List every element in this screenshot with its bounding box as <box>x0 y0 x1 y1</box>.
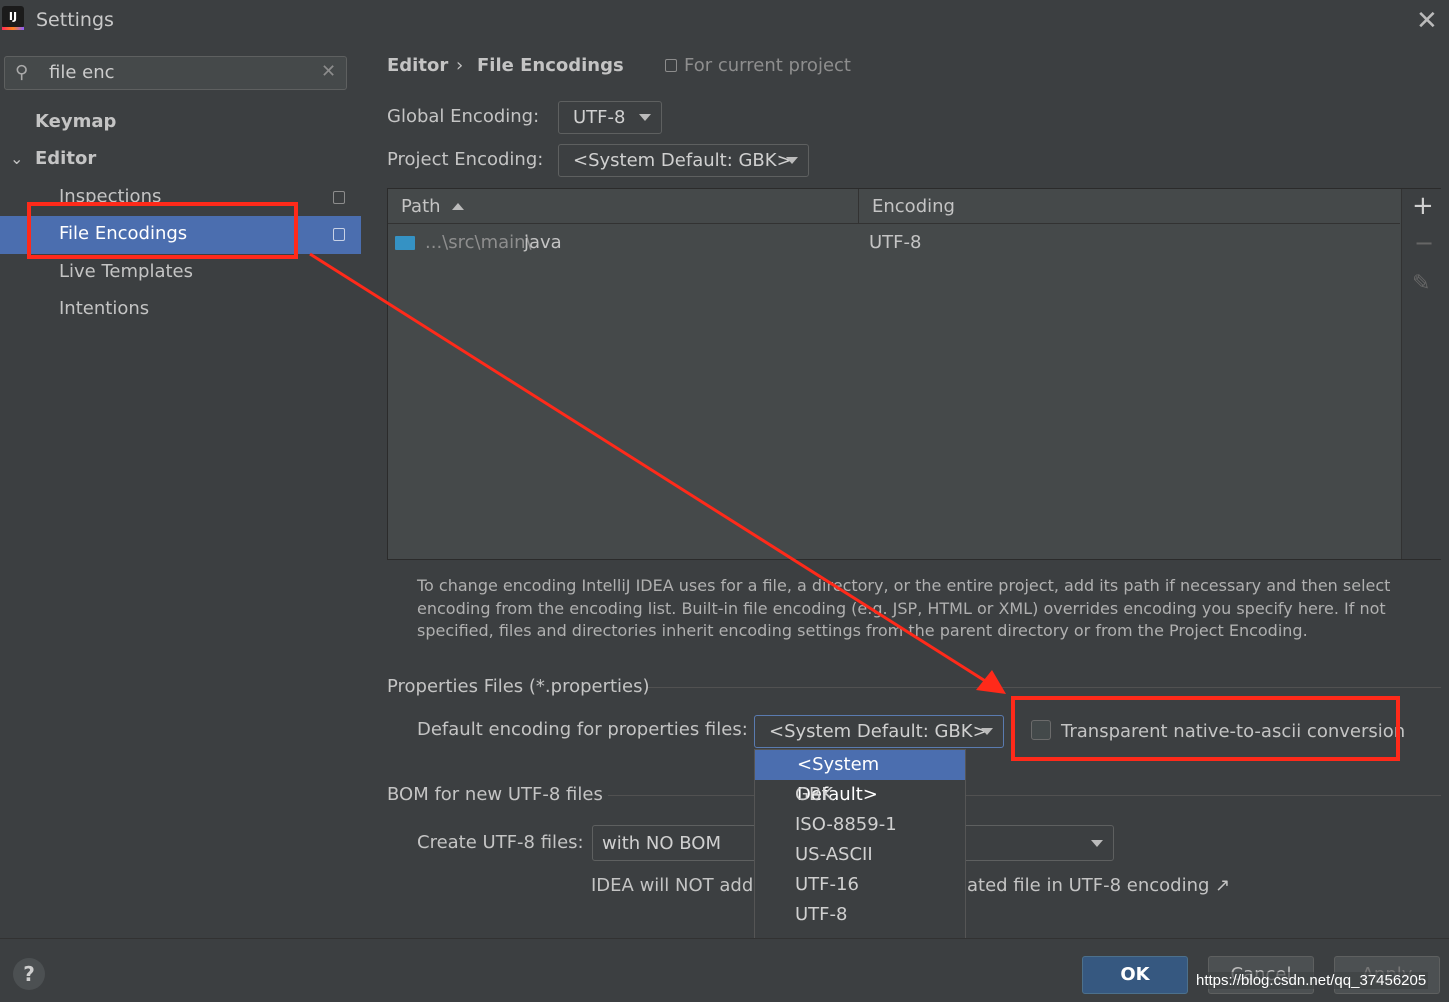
properties-encoding-dropdown[interactable]: <System Default: GBK> <box>754 715 1004 748</box>
create-utf8-label: Create UTF-8 files: <box>417 832 584 853</box>
chevron-down-icon[interactable]: ⌄ <box>10 149 23 168</box>
sidebar-item-intentions[interactable]: Intentions <box>59 298 149 319</box>
chevron-down-icon <box>1091 840 1103 847</box>
table-row[interactable]: ...\src\main\ java UTF-8 <box>388 224 1400 262</box>
page-title: File Encodings <box>477 55 624 76</box>
sort-ascending-icon <box>452 203 464 210</box>
close-icon[interactable]: ✕ <box>1416 6 1438 36</box>
title-bar <box>0 0 1449 42</box>
section-divider <box>608 795 1441 796</box>
global-encoding-value: UTF-8 <box>573 107 626 128</box>
popup-option-iso-8859-1[interactable]: ISO-8859-1 <box>755 810 965 840</box>
path-leaf: java <box>524 232 562 253</box>
column-header-encoding[interactable]: Encoding <box>872 196 955 217</box>
bom-note-right[interactable]: ated file in UTF-8 encoding ↗ <box>967 875 1230 896</box>
ok-button[interactable]: OK <box>1082 956 1188 994</box>
project-encoding-value: <System Default: GBK> <box>573 150 792 171</box>
sidebar-item-editor[interactable]: Editor <box>35 148 96 169</box>
window-title: Settings <box>36 9 114 31</box>
properties-section-title: Properties Files (*.properties) <box>387 676 650 697</box>
encoding-popup-list: <System Default> GBK ISO-8859-1 US-ASCII… <box>754 749 966 962</box>
folder-icon <box>395 236 415 250</box>
popup-option-utf-8[interactable]: UTF-8 <box>755 900 965 930</box>
properties-encoding-label: Default encoding for properties files: <box>417 719 748 740</box>
native-to-ascii-label[interactable]: Transparent native-to-ascii conversion <box>1061 721 1405 742</box>
help-button[interactable]: ? <box>13 958 45 990</box>
encoding-help-text: To change encoding IntelliJ IDEA uses fo… <box>417 576 1391 640</box>
settings-search-input[interactable]: ⚲ file enc ✕ <box>4 56 347 90</box>
project-encoding-label: Project Encoding: <box>387 149 544 170</box>
project-scope-icon <box>333 191 345 204</box>
intellij-app-icon: IJ <box>2 6 24 30</box>
sidebar-item-file-encodings[interactable]: File Encodings <box>59 223 187 244</box>
breadcrumb-separator: › <box>456 55 464 76</box>
chevron-down-icon <box>786 157 798 164</box>
chevron-down-icon <box>639 114 651 121</box>
row-encoding[interactable]: UTF-8 <box>869 232 921 253</box>
edit-icon[interactable]: ✎ <box>1412 271 1430 296</box>
search-query[interactable]: file enc <box>49 62 115 83</box>
sidebar-item-keymap[interactable]: Keymap <box>35 111 116 132</box>
clear-search-icon[interactable]: ✕ <box>321 61 336 82</box>
chevron-down-icon <box>981 728 993 735</box>
project-scope-icon <box>333 228 345 241</box>
table-toolbar: + − ✎ <box>1401 189 1442 559</box>
table-header: Path Encoding <box>388 189 1400 224</box>
sidebar-item-inspections[interactable]: Inspections <box>59 186 161 207</box>
global-encoding-dropdown[interactable]: UTF-8 <box>558 101 662 134</box>
settings-sidebar <box>0 42 361 939</box>
native-to-ascii-checkbox[interactable] <box>1031 720 1051 740</box>
popup-option-system-default[interactable]: <System Default> <box>755 750 965 805</box>
bom-section-title: BOM for new UTF-8 files <box>387 784 603 805</box>
section-divider <box>648 687 1441 688</box>
project-scope-icon <box>665 59 677 72</box>
create-utf8-value: with NO BOM <box>602 833 721 854</box>
properties-encoding-value: <System Default: GBK> <box>769 721 988 742</box>
watermark-text: https://blog.csdn.net/qq_37456205 <box>1194 972 1429 989</box>
path-prefix: ...\src\main\ <box>425 232 532 253</box>
scope-hint: For current project <box>684 55 851 76</box>
add-icon[interactable]: + <box>1412 191 1434 221</box>
column-header-path[interactable]: Path <box>401 196 441 217</box>
popup-option-utf-16[interactable]: UTF-16 <box>755 870 965 900</box>
bom-note-left: IDEA will NOT add <box>591 875 754 896</box>
sidebar-item-live-templates[interactable]: Live Templates <box>59 261 193 282</box>
column-divider <box>858 189 859 223</box>
remove-icon[interactable]: − <box>1414 229 1434 257</box>
breadcrumb-parent[interactable]: Editor <box>387 55 448 76</box>
project-encoding-dropdown[interactable]: <System Default: GBK> <box>558 144 809 177</box>
search-icon: ⚲ <box>15 62 29 83</box>
popup-option-us-ascii[interactable]: US-ASCII <box>755 840 965 870</box>
global-encoding-label: Global Encoding: <box>387 106 540 127</box>
popup-option-gbk[interactable]: GBK <box>755 780 965 810</box>
path-encoding-table: Path Encoding ...\src\main\ java UTF-8 +… <box>387 188 1442 560</box>
